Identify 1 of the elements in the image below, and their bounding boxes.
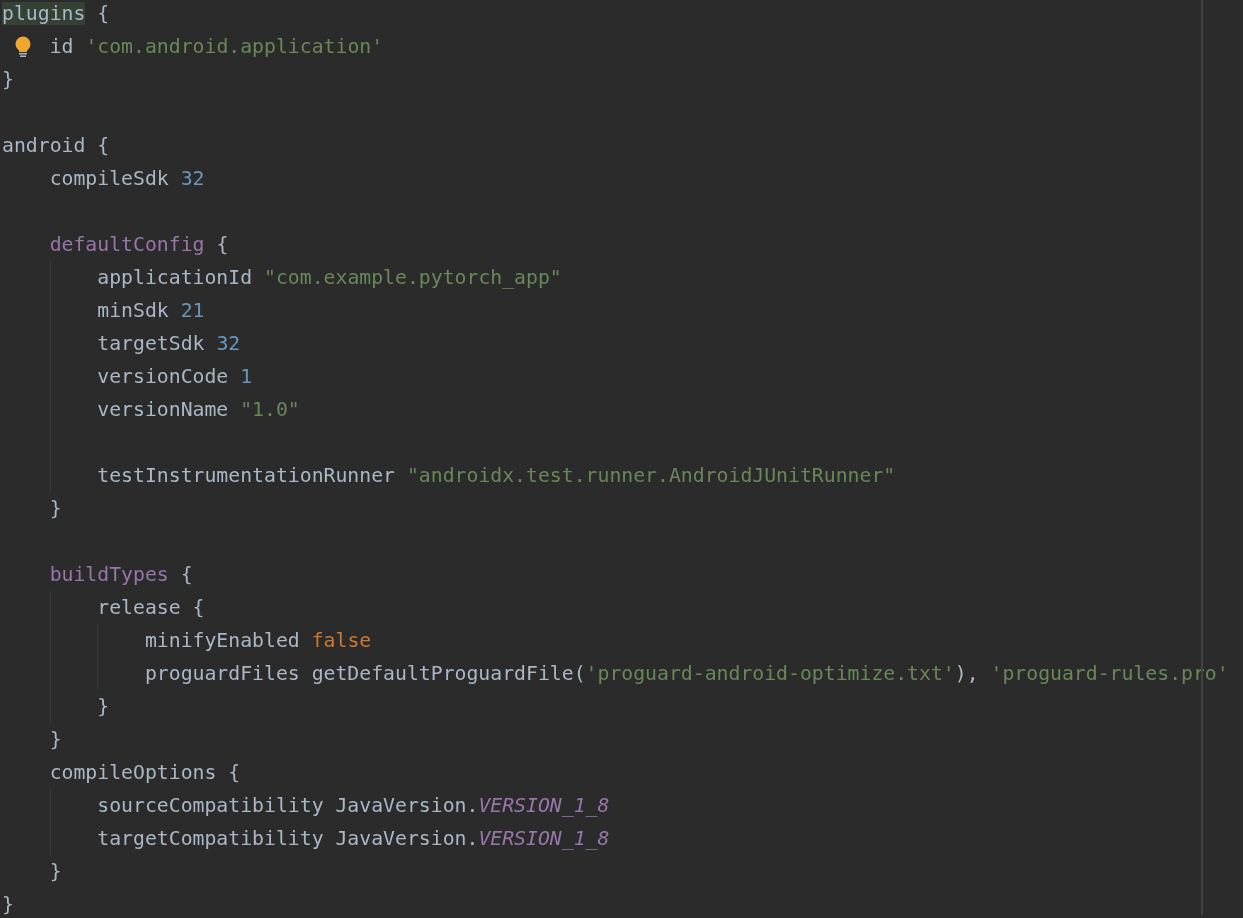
lightbulb-icon[interactable] [14, 36, 32, 58]
